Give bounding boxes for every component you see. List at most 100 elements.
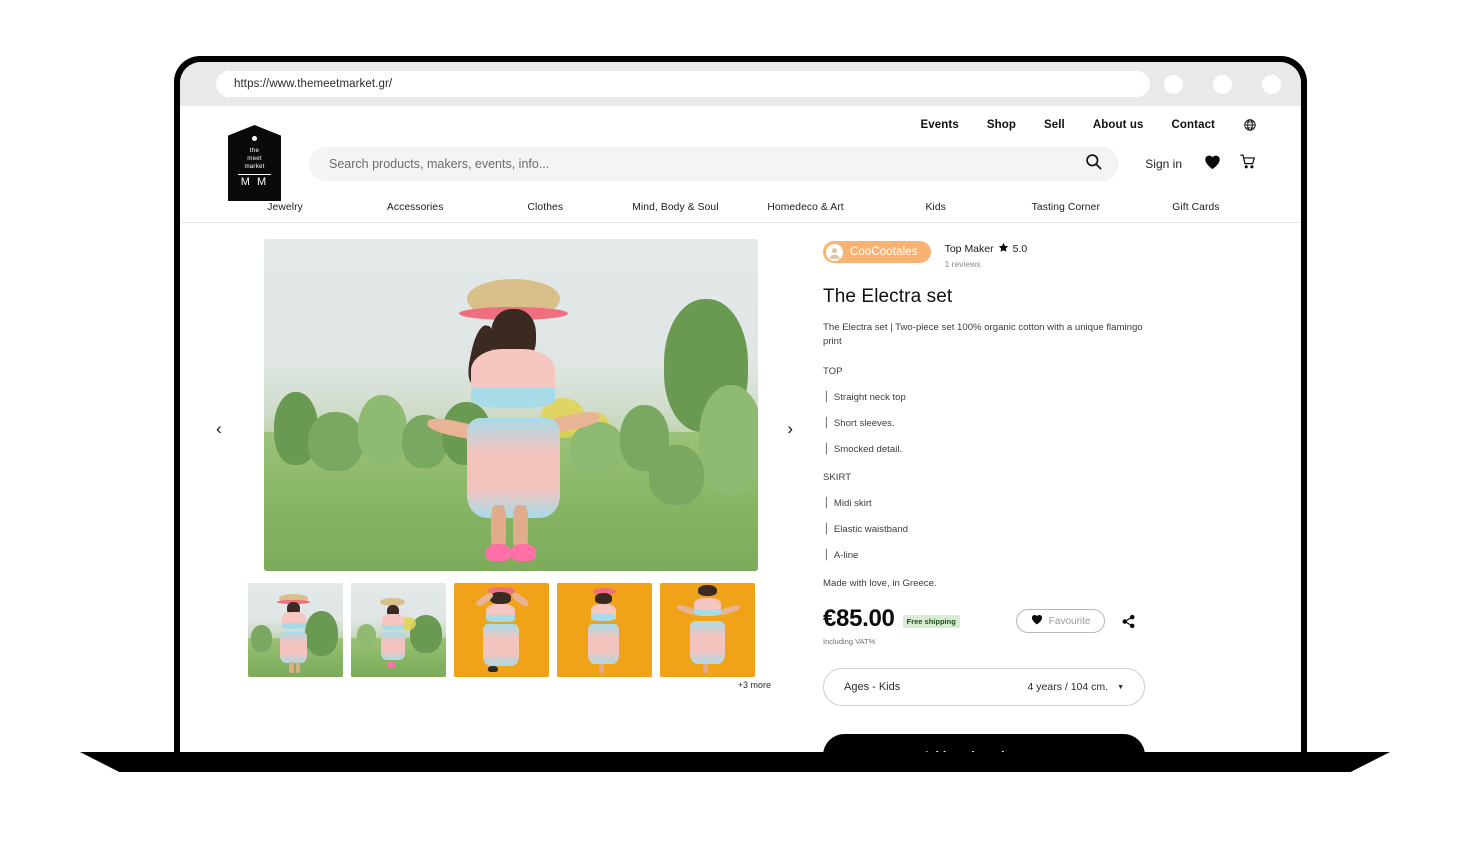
product-hero-image[interactable] bbox=[264, 239, 758, 571]
url-bar[interactable]: https://www.themeetmarket.gr/ bbox=[216, 71, 1150, 97]
logo-monogram: M M bbox=[238, 174, 271, 188]
size-selector-label: Ages - Kids bbox=[844, 681, 901, 693]
nav-link-about-us[interactable]: About us bbox=[1093, 119, 1144, 131]
laptop-screen: https://www.themeetmarket.gr/ Events Sho… bbox=[180, 62, 1301, 754]
laptop-mockup: https://www.themeetmarket.gr/ Events Sho… bbox=[0, 0, 1469, 859]
more-photos-label[interactable]: +3 more bbox=[248, 680, 771, 690]
cart-icon[interactable] bbox=[1239, 153, 1257, 175]
spec-text: A-line bbox=[833, 550, 859, 561]
nav-link-contact[interactable]: Contact bbox=[1171, 119, 1215, 131]
heart-icon bbox=[1031, 612, 1043, 630]
flamingo-icon: 🭳 bbox=[823, 443, 829, 455]
flamingo-icon: 🭳 bbox=[823, 523, 829, 535]
favourite-label: Favourite bbox=[1048, 615, 1091, 627]
window-control-dot-3[interactable] bbox=[1262, 74, 1281, 94]
favourite-button[interactable]: Favourite bbox=[1015, 609, 1106, 633]
spec-item-skirt-1: 🭳 Midi skirt bbox=[823, 498, 1235, 509]
maker-row: CooCootales Top Maker 5.0 1 reviews bbox=[823, 241, 1235, 269]
price-row: €85.00 Free shipping Including VAT% Favo… bbox=[823, 605, 1235, 646]
product-info: CooCootales Top Maker 5.0 1 reviews The … bbox=[805, 239, 1235, 754]
site-header: the meet market M M Search products, mak… bbox=[180, 125, 1301, 201]
spec-heading-top: TOP bbox=[823, 366, 843, 377]
spec-item-skirt-2: 🭳 Elastic waistband bbox=[823, 524, 1235, 535]
review-count: 1 reviews bbox=[944, 259, 981, 269]
spec-text: Elastic waistband bbox=[833, 524, 908, 535]
flamingo-icon: 🭳 bbox=[823, 417, 829, 429]
price-line: €85.00 Free shipping bbox=[823, 605, 960, 633]
star-icon bbox=[998, 242, 1009, 256]
chevron-right-icon[interactable]: › bbox=[787, 419, 793, 439]
product-gallery: ‹ › +3 more bbox=[180, 239, 805, 754]
spec-text: Midi skirt bbox=[833, 498, 872, 509]
spec-item-top-3: 🭳 Smocked detail. bbox=[823, 444, 1235, 455]
utility-nav: Events Shop Sell About us Contact bbox=[180, 106, 1301, 132]
product-detail: ‹ › +3 more CooCootales Top Maker 5.0 1 … bbox=[180, 223, 1301, 754]
category-gift-cards[interactable]: Gift Cards bbox=[1131, 202, 1261, 213]
search-input[interactable] bbox=[329, 157, 1085, 171]
top-maker-label: Top Maker bbox=[944, 243, 994, 255]
thumbnail-strip bbox=[248, 583, 805, 677]
flamingo-icon: 🭳 bbox=[823, 549, 829, 561]
category-homedeco-art[interactable]: Homedeco & Art bbox=[741, 202, 871, 213]
vat-note: Including VAT% bbox=[823, 637, 876, 646]
avatar bbox=[826, 243, 843, 261]
laptop-screen-frame: https://www.themeetmarket.gr/ Events Sho… bbox=[174, 56, 1307, 754]
made-in-note: Made with love, in Greece. bbox=[823, 578, 937, 589]
maker-badge[interactable]: CooCootales bbox=[823, 241, 931, 263]
size-selector[interactable]: Ages - Kids 4 years / 104 cm. ▼ bbox=[823, 668, 1145, 706]
category-jewelry[interactable]: Jewelry bbox=[220, 202, 350, 213]
search-bar[interactable] bbox=[309, 147, 1120, 181]
category-clothes[interactable]: Clothes bbox=[480, 202, 610, 213]
logo-line-2: meet bbox=[247, 155, 262, 162]
logo-line-1: the bbox=[249, 147, 260, 154]
logo-wordmark: the meet market bbox=[244, 147, 264, 171]
heart-icon[interactable] bbox=[1204, 154, 1221, 175]
maker-rating: Top Maker 5.0 1 reviews bbox=[944, 241, 1027, 269]
site-logo[interactable]: the meet market M M bbox=[228, 125, 281, 201]
website-viewport: Events Shop Sell About us Contact the me… bbox=[180, 106, 1301, 754]
chevron-down-icon: ▼ bbox=[1117, 683, 1124, 691]
spec-item-top-2: 🭳 Short sleeves. bbox=[823, 418, 1235, 429]
category-accessories[interactable]: Accessories bbox=[350, 202, 480, 213]
thumbnail-1[interactable] bbox=[248, 583, 343, 677]
laptop-base bbox=[80, 752, 1390, 772]
category-kids[interactable]: Kids bbox=[871, 202, 1001, 213]
browser-chrome: https://www.themeetmarket.gr/ bbox=[180, 62, 1301, 106]
spec-item-skirt-3: 🭳 A-line bbox=[823, 550, 1235, 561]
logo-line-3: market bbox=[244, 163, 265, 170]
window-control-dot-1[interactable] bbox=[1164, 74, 1183, 94]
product-description: The Electra set | Two-piece set 100% org… bbox=[823, 322, 1143, 347]
logo-hole bbox=[252, 136, 257, 141]
add-to-cart-button[interactable]: Add to shopping cart bbox=[823, 734, 1145, 754]
nav-link-sell[interactable]: Sell bbox=[1044, 119, 1065, 131]
spec-text: Smocked detail. bbox=[833, 444, 903, 455]
status-badge: Free shipping bbox=[902, 615, 960, 628]
spec-heading-skirt: SKIRT bbox=[823, 472, 852, 483]
category-nav: Jewelry Accessories Clothes Mind, Body &… bbox=[180, 194, 1301, 223]
page-title: The Electra set bbox=[823, 286, 953, 307]
window-control-dot-2[interactable] bbox=[1213, 74, 1232, 94]
share-icon[interactable] bbox=[1121, 614, 1136, 629]
price-block: €85.00 Free shipping Including VAT% bbox=[823, 605, 960, 646]
category-tasting-corner[interactable]: Tasting Corner bbox=[1001, 202, 1131, 213]
maker-name: CooCootales bbox=[850, 246, 918, 258]
thumbnail-5[interactable] bbox=[660, 583, 755, 677]
chevron-left-icon[interactable]: ‹ bbox=[216, 419, 222, 439]
spec-text: Straight neck top bbox=[833, 392, 906, 403]
flamingo-icon: 🭳 bbox=[823, 391, 829, 403]
spec-text: Short sleeves. bbox=[833, 418, 895, 429]
nav-link-shop[interactable]: Shop bbox=[987, 119, 1016, 131]
product-price: €85.00 bbox=[823, 605, 895, 632]
category-mind-body-soul[interactable]: Mind, Body & Soul bbox=[610, 202, 740, 213]
browser-window-controls bbox=[1164, 74, 1281, 94]
sign-in-link[interactable]: Sign in bbox=[1145, 157, 1182, 171]
thumbnail-3[interactable] bbox=[454, 583, 549, 677]
thumbnail-2[interactable] bbox=[351, 583, 446, 677]
flamingo-icon: 🭳 bbox=[823, 497, 829, 509]
search-icon[interactable] bbox=[1084, 152, 1103, 176]
size-selector-value: 4 years / 104 cm. bbox=[1027, 681, 1109, 693]
product-actions: Favourite bbox=[1015, 609, 1137, 633]
globe-icon[interactable] bbox=[1243, 118, 1257, 132]
thumbnail-4[interactable] bbox=[557, 583, 652, 677]
nav-link-events[interactable]: Events bbox=[921, 119, 959, 131]
